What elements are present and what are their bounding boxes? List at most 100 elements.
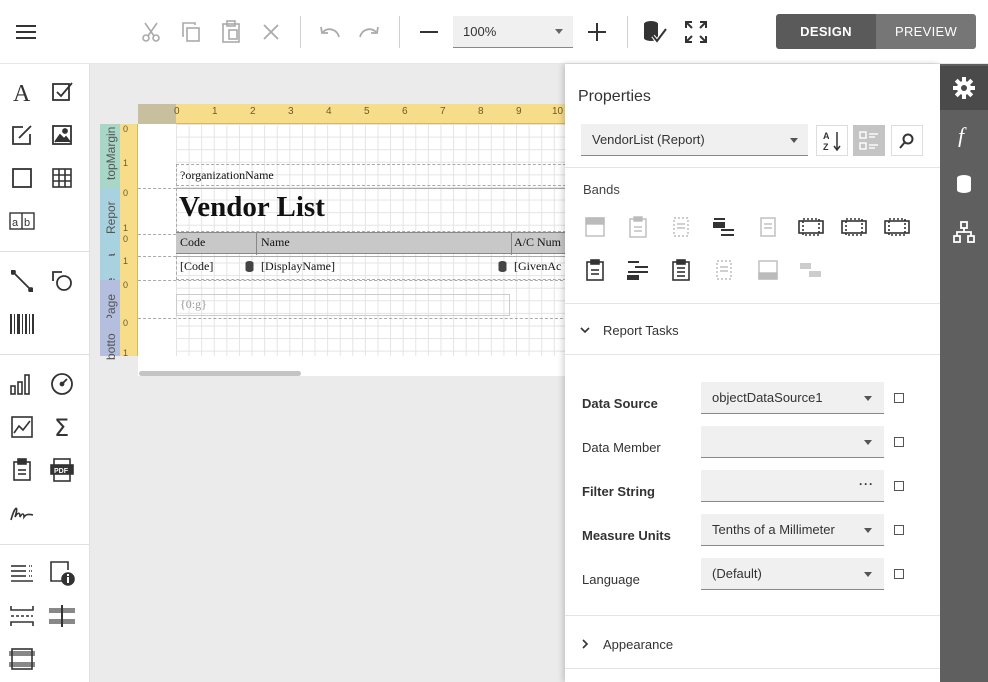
band-page-footer-icon[interactable] [625, 257, 651, 283]
table-header-row[interactable] [176, 232, 565, 254]
redo-icon[interactable] [351, 14, 387, 50]
table-tool-icon[interactable] [47, 163, 77, 193]
group-by-category-button[interactable] [853, 125, 885, 156]
hamburger-menu-icon[interactable] [8, 14, 44, 50]
page-break-tool-icon[interactable] [7, 601, 37, 631]
gauge-tool-icon[interactable] [47, 369, 77, 399]
horizontal-scrollbar[interactable] [139, 371, 301, 376]
band-detail-icon[interactable] [755, 214, 781, 240]
prop-checkbox[interactable] [894, 525, 904, 535]
preview-button[interactable]: PREVIEW [876, 14, 976, 49]
cross-band-box-tool-icon[interactable] [7, 644, 37, 674]
band-vertical-detail-icon[interactable] [755, 257, 781, 283]
zoom-select[interactable]: 100% [453, 16, 573, 48]
ruler-tick: 3 [288, 106, 294, 117]
band-report-footer-icon[interactable] [884, 214, 910, 240]
panel-divider [565, 354, 940, 355]
delete-icon[interactable] [253, 14, 289, 50]
toolbar-separator [300, 16, 301, 48]
search-button[interactable] [891, 125, 923, 156]
undo-icon[interactable] [312, 14, 348, 50]
report-tasks-section[interactable]: Report Tasks [565, 315, 940, 345]
field-list-tab[interactable] [940, 162, 988, 206]
component-selector[interactable]: VendorList (Report) [581, 124, 808, 156]
toolbar-separator [627, 16, 628, 48]
data-source-select[interactable]: objectDataSource1 [701, 382, 884, 414]
ruler-tick: 1 [123, 256, 129, 266]
page-info-control[interactable] [176, 294, 510, 316]
band-group-footer-icon[interactable] [841, 214, 867, 240]
chevron-right-icon [582, 639, 589, 649]
page-info-tool-icon[interactable] [47, 558, 77, 588]
sparkline-tool-icon[interactable] [7, 412, 37, 442]
language-select[interactable]: (Default) [701, 558, 884, 590]
measure-units-select[interactable]: Tenths of a Millimeter [701, 514, 884, 546]
cut-icon[interactable] [133, 14, 169, 50]
report-explorer-tab[interactable] [940, 210, 988, 254]
chevron-down-icon [864, 528, 872, 533]
band-vertical-header-icon[interactable] [711, 257, 737, 283]
summary-tool-icon[interactable]: Σ [47, 412, 77, 442]
database-icon [498, 260, 507, 275]
copy-icon[interactable] [173, 14, 209, 50]
sort-alphabetically-button[interactable]: AZ [816, 125, 848, 156]
ruler-corner [138, 104, 176, 124]
expressions-tab[interactable]: f [940, 114, 988, 158]
band-caption-bottommargin[interactable]: botto [100, 318, 120, 360]
label-tool-icon[interactable]: A [7, 77, 37, 107]
rich-text-tool-icon[interactable] [7, 120, 37, 150]
band-detail-report-icon[interactable] [798, 214, 824, 240]
character-comb-tool-icon[interactable]: ab [7, 206, 37, 236]
prop-checkbox[interactable] [894, 393, 904, 403]
data-member-select[interactable] [701, 426, 884, 458]
band-group-header-icon[interactable] [668, 214, 694, 240]
prop-checkbox[interactable] [894, 437, 904, 447]
band-caption-topmargin[interactable]: topMargin [100, 124, 120, 188]
subreport-tool-icon[interactable] [7, 455, 37, 485]
band-detail-subreport-icon[interactable] [668, 257, 694, 283]
ruler-tick: 4 [326, 106, 332, 117]
cross-band-line-tool-icon[interactable] [47, 601, 77, 631]
checkbox-tool-icon[interactable] [47, 77, 77, 107]
prop-value: (Default) [712, 566, 762, 581]
fullscreen-icon[interactable] [678, 14, 714, 50]
picture-tool-icon[interactable] [47, 120, 77, 150]
horizontal-ruler: 0 1 2 3 4 5 6 7 8 9 10 [138, 104, 565, 124]
band-subreport-icon[interactable] [582, 257, 608, 283]
properties-title: Properties [578, 88, 651, 105]
prop-checkbox[interactable] [894, 569, 904, 579]
paste-icon[interactable] [213, 14, 249, 50]
band-top-margin-icon[interactable] [582, 214, 608, 240]
page-info-text: {0:g} [180, 297, 207, 311]
toolbox: A ab Σ PDF [0, 64, 90, 682]
filter-string-field[interactable]: ··· [701, 470, 884, 502]
prop-row-filter-string: Filter String ··· [565, 470, 940, 514]
table-of-contents-tool-icon[interactable] [7, 558, 37, 588]
shape-tool-icon[interactable] [47, 266, 77, 296]
vertical-ruler: 0 1 0 1 0 1 0 0 1 [120, 124, 138, 358]
band-page-header-icon[interactable] [711, 214, 737, 240]
database-icon [957, 175, 971, 193]
line-tool-icon[interactable] [7, 266, 37, 296]
appearance-section[interactable]: Appearance [565, 629, 940, 659]
pdf-content-tool-icon[interactable]: PDF [47, 455, 77, 485]
prop-checkbox[interactable] [894, 481, 904, 491]
detail-cell-code: [Code] [180, 259, 214, 273]
properties-tab[interactable] [940, 66, 988, 110]
signature-tool-icon[interactable] [7, 498, 37, 528]
design-button[interactable]: DESIGN [776, 14, 876, 49]
organization-name-text: ?organizationName [180, 168, 274, 182]
chart-tool-icon[interactable] [7, 369, 37, 399]
zoom-out-icon[interactable] [411, 14, 447, 50]
barcode-tool-icon[interactable] [7, 309, 37, 339]
design-surface[interactable]: topMargin Repor Pa de Page botto 0 1 2 3… [90, 64, 565, 682]
zoom-in-icon[interactable] [579, 14, 615, 50]
panel-tool-icon[interactable] [7, 163, 37, 193]
hierarchy-icon [953, 221, 975, 243]
selected-component: VendorList (Report) [592, 132, 705, 147]
band-report-header-icon[interactable] [625, 214, 651, 240]
ellipsis-icon[interactable]: ··· [859, 477, 874, 491]
prop-value: Tenths of a Millimeter [712, 522, 835, 537]
validate-bindings-icon[interactable] [637, 14, 673, 50]
band-vertical-total-icon[interactable] [798, 257, 824, 283]
